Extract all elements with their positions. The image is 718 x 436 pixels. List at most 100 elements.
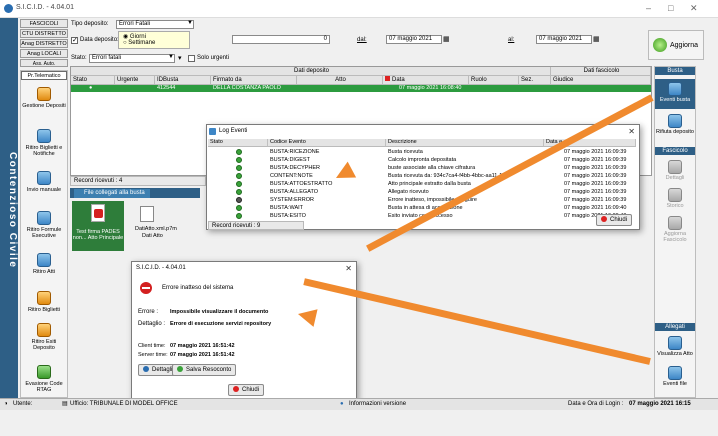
- eventi-file-button[interactable]: Eventi file: [655, 365, 695, 387]
- radio-settimane[interactable]: ○ Settimane: [123, 40, 155, 46]
- info-versione-link[interactable]: Informazioni versione: [349, 399, 406, 410]
- fascicolo-header: Fascicolo: [655, 147, 695, 155]
- table-row[interactable]: CONTENT:NOTE Busta ricevuta da: 934c7ca4-…: [208, 172, 636, 180]
- error-dialog-header: S.I.C.I.D. - 4.04.01 ✕: [136, 263, 352, 275]
- right-actions-panel: Busta Eventi busta Rifiuta deposito Fasc…: [654, 66, 696, 398]
- module-vertical-label: Contenzioso Civile: [0, 18, 18, 398]
- status-dot-icon: [236, 165, 242, 171]
- col-giudice[interactable]: Giudice: [551, 76, 651, 85]
- invio-manuale-button[interactable]: Invio manuale: [21, 171, 67, 193]
- data-deposito-checkbox[interactable]: [71, 36, 78, 44]
- ritiro-formule-button[interactable]: Ritiro Formule Esecutive: [21, 211, 67, 239]
- log-record-count: Record ricevuti : 9: [208, 221, 304, 230]
- sort-icon: [385, 76, 390, 81]
- dettagli-button[interactable]: Dettagli: [655, 159, 695, 181]
- visualizza-atto-button[interactable]: Visualizza Atto: [655, 335, 695, 357]
- solo-urgenti-label: Solo urgenti: [197, 55, 230, 61]
- table-row[interactable]: SYSTEM:ERROR Errore inatteso, impossibile…: [208, 196, 636, 204]
- aggiorna-fascicolo-button[interactable]: Aggiorna Fascicolo: [655, 215, 695, 243]
- dettaglio-value: Errore di esecuzione servizi repository: [170, 321, 272, 327]
- ritiro-biglietti-notifiche-button[interactable]: Ritiro Biglietti e Notifiche: [21, 129, 67, 157]
- chevron-down-icon[interactable]: ▼: [187, 20, 193, 26]
- ufficio-label: Ufficio: TRIBUNALE DI MODEL OFFICE: [70, 401, 178, 407]
- client-time-label: Client time:: [138, 343, 166, 349]
- busta-header: Busta: [655, 67, 695, 75]
- gestione-depositi-button[interactable]: Gestione Depositi: [21, 87, 67, 109]
- file-datiatto-name[interactable]: DatiAtto.xml.p7m: [135, 226, 177, 232]
- chevron-down-icon[interactable]: ▼: [168, 54, 174, 60]
- window-title: S.I.C.I.D. - 4.04.01: [16, 4, 74, 11]
- dal-label[interactable]: dal:: [357, 37, 367, 43]
- nav-anag-locali[interactable]: Anag LOCALI: [20, 49, 68, 58]
- group-header-dati-fascicolo: Dati fascicolo: [551, 67, 651, 76]
- eventi-busta-button[interactable]: Eventi busta: [655, 79, 695, 109]
- col-ruolo[interactable]: Ruolo: [469, 76, 519, 85]
- nav-ass-auto[interactable]: Ass. Auto.: [20, 59, 68, 67]
- stato-select[interactable]: Errori fatali: [89, 54, 175, 63]
- col-idbusta[interactable]: IDBusta: [155, 76, 211, 85]
- tipo-deposito-select[interactable]: Errori Fatali: [116, 20, 194, 29]
- table-row[interactable]: BUSTA:RICEZIONE Busta ricevuta 07 maggio 2…: [208, 148, 636, 156]
- dal-date-input[interactable]: 07 maggio 2021: [386, 35, 442, 44]
- al-date-input[interactable]: 07 maggio 2021: [536, 35, 592, 44]
- status-dot-icon: [236, 149, 242, 155]
- radio-giorni[interactable]: ◉ Giorni: [123, 33, 146, 40]
- reject-icon: [668, 114, 682, 128]
- salva-resoconto-button[interactable]: Salva Resoconto: [172, 364, 237, 376]
- log-col-codice[interactable]: Codice Evento: [268, 139, 386, 147]
- nav-anag-distretto[interactable]: Anag DISTRETTO: [20, 39, 68, 48]
- log-col-descrizione[interactable]: Descrizione: [386, 139, 544, 147]
- aggiorna-button[interactable]: Aggiorna: [648, 30, 704, 60]
- table-row[interactable]: BUSTA:DECYPHER buste associate alla chiav…: [208, 164, 636, 172]
- nav-fascicoli[interactable]: FASCICOLI: [20, 19, 68, 28]
- status-dot-icon: [236, 197, 242, 203]
- ritiro-esiti-button[interactable]: Ritiro Esiti Deposito: [21, 323, 67, 351]
- events-icon: [668, 82, 682, 96]
- table-row[interactable]: BUSTA:WAIT Busta in attesa di accettazion…: [208, 204, 636, 212]
- upload-icon: [37, 171, 51, 185]
- close-icon[interactable]: ✕: [345, 263, 352, 275]
- close-button[interactable]: ✕: [690, 3, 698, 14]
- info-icon: ●: [340, 401, 344, 407]
- col-urgente[interactable]: Urgente: [115, 76, 155, 85]
- al-label[interactable]: al:: [508, 37, 514, 43]
- user-icon: ◑: [4, 401, 8, 407]
- status-dot-icon: [236, 157, 242, 163]
- file-datiatto-type: Dati Atto: [142, 233, 163, 239]
- nav-pr-telematico[interactable]: Pr.Telematico: [21, 71, 67, 80]
- ritiro-biglietti-button[interactable]: Ritiro Biglietti: [21, 291, 67, 313]
- col-firmato-da[interactable]: Firmato da: [211, 76, 297, 85]
- maximize-button[interactable]: □: [668, 3, 673, 13]
- app-icon: [4, 4, 13, 13]
- table-row[interactable]: ● 412544 DELLA COSTANZA PAOLO 07 maggio …: [71, 85, 651, 92]
- nav-ctu-distretto[interactable]: CTU DISTRETTO: [20, 29, 68, 38]
- period-radio-group: ◉ Giorni ○ Settimane: [118, 31, 190, 49]
- days-input[interactable]: 0: [232, 35, 330, 44]
- evasione-code-button[interactable]: Evasione Code RTAG: [21, 365, 67, 393]
- error-chiudi-button[interactable]: Chiudi: [228, 384, 265, 396]
- pencil-icon: [37, 291, 51, 305]
- table-row[interactable]: BUSTA:ALLEGATO Allegato ricevuto 07 maggio…: [208, 188, 636, 196]
- solo-urgenti-checkbox[interactable]: [188, 55, 195, 62]
- col-atto[interactable]: Atto: [297, 76, 383, 85]
- events-icon: [668, 366, 682, 380]
- log-col-stato[interactable]: Stato: [208, 139, 268, 147]
- minimize-button[interactable]: –: [646, 3, 651, 13]
- table-row[interactable]: BUSTA:ATTOESTRATTO Atto principale estrat…: [208, 180, 636, 188]
- grid-record-count: Record ricevuti : 4: [70, 176, 206, 186]
- col-sez[interactable]: Sez.: [519, 76, 551, 85]
- table-row[interactable]: BUSTA:DIGEST Calcolo impronta depositata 0…: [208, 156, 636, 164]
- ritiro-atti-button[interactable]: Ritiro Atti: [21, 253, 67, 275]
- filter-icon[interactable]: ▾: [178, 54, 182, 62]
- tab-file-collegati[interactable]: File collegati alla busta: [74, 189, 150, 198]
- log-chiudi-button[interactable]: Chiudi: [596, 214, 633, 226]
- calendar-icon[interactable]: ▦: [593, 35, 600, 43]
- calendar-icon[interactable]: ▦: [443, 35, 450, 43]
- rifiuta-deposito-button[interactable]: Rifiuta deposito: [655, 113, 695, 135]
- col-stato[interactable]: Stato: [71, 76, 115, 85]
- col-data[interactable]: Data: [383, 76, 469, 85]
- storico-button[interactable]: Storico: [655, 187, 695, 209]
- status-dot-icon: [236, 173, 242, 179]
- close-icon[interactable]: ✕: [628, 126, 635, 138]
- tipo-deposito-label: Tipo deposito:: [71, 21, 109, 27]
